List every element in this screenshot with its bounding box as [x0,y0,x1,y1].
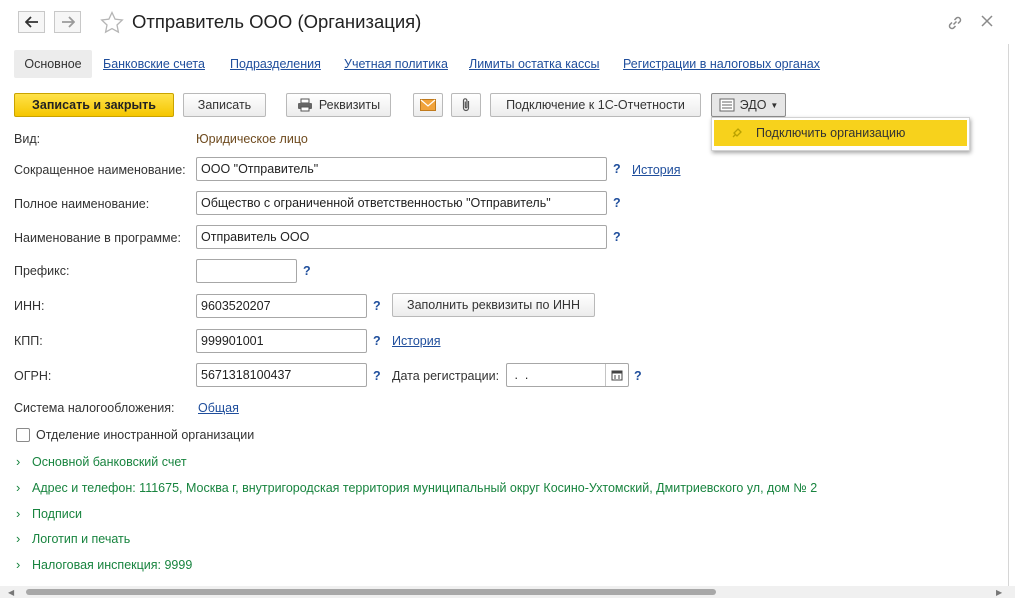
attachment-button[interactable] [451,93,481,117]
requisites-button[interactable]: Реквизиты [286,93,391,117]
program-name-label: Наименование в программе: [14,231,181,245]
inn-help[interactable]: ? [373,299,381,313]
requisites-label: Реквизиты [318,98,381,112]
scroll-left-arrow-icon[interactable]: ◀ [8,588,14,597]
program-name-input[interactable]: Отправитель ООО [196,225,607,249]
group-tax-office-label: Налоговая инспекция: 9999 [32,557,193,572]
inn-label: ИНН: [14,299,45,313]
chevron-right-icon: › [16,454,21,469]
window-title: Отправитель ООО (Организация) [132,11,422,32]
favorite-star-button[interactable] [100,10,124,37]
full-name-label: Полное наименование: [14,197,150,211]
inn-input[interactable]: 9603520207 [196,294,367,318]
ogrn-input[interactable]: 5671318100437 [196,363,367,387]
group-tax-office[interactable]: › Налоговая инспекция: 9999 [16,557,192,572]
chevron-right-icon: › [16,531,21,546]
chevron-right-icon: › [16,480,21,495]
calendar-button[interactable] [605,364,628,386]
tab-main[interactable]: Основное [14,50,92,78]
prefix-input[interactable] [196,259,297,283]
short-name-history-link[interactable]: История [632,163,680,177]
tab-bank-accounts[interactable]: Банковские счета [103,50,205,78]
kpp-history-link[interactable]: История [392,334,440,348]
short-name-help[interactable]: ? [613,162,621,176]
edo-menu-button[interactable]: ЭДО ▼ [711,93,786,117]
save-and-close-button[interactable]: Записать и закрыть [14,93,174,117]
link-button[interactable] [946,14,964,35]
close-button[interactable] [980,14,994,31]
group-logo-stamp-label: Логотип и печать [32,531,131,546]
foreign-branch-label: Отделение иностранной организации [36,428,255,442]
program-name-help[interactable]: ? [613,230,621,244]
arrow-right-icon [61,16,75,28]
ogrn-label: ОГРН: [14,369,52,383]
save-and-close-label: Записать и закрыть [32,98,156,112]
full-name-input[interactable]: Общество с ограниченной ответственностью… [196,191,607,215]
reg-date-help[interactable]: ? [634,369,642,383]
close-icon [981,15,993,27]
tax-system-link[interactable]: Общая [198,401,239,415]
group-address-phone-label: Адрес и телефон: 111675, Москва г, внутр… [32,480,818,495]
fill-by-inn-button[interactable]: Заполнить реквизиты по ИНН [392,293,595,317]
kind-label: Вид: [14,132,41,146]
tab-cash-limits[interactable]: Лимиты остатка кассы [469,50,599,78]
tab-divisions[interactable]: Подразделения [230,50,321,78]
fill-by-inn-label: Заполнить реквизиты по ИНН [407,298,580,312]
horizontal-scrollbar-thumb[interactable] [26,589,716,595]
star-icon [100,10,124,34]
group-main-bank-account[interactable]: › Основной банковский счет [16,454,187,469]
ogrn-help[interactable]: ? [373,369,381,383]
scroll-right-arrow-icon[interactable]: ▶ [996,588,1002,597]
email-button[interactable] [413,93,443,117]
prefix-label: Префикс: [14,264,70,278]
short-name-input[interactable]: ООО "Отправитель" [196,157,607,181]
forward-button[interactable] [54,11,81,33]
kpp-label: КПП: [14,334,43,348]
connect-plug-icon [732,128,742,138]
back-button[interactable] [18,11,45,33]
connect-1c-reporting-button[interactable]: Подключение к 1С-Отчетности [490,93,701,117]
chevron-right-icon: › [16,557,21,572]
link-icon [948,16,962,30]
connect-organization-label: Подключить организацию [756,126,906,140]
group-address-phone[interactable]: › Адрес и телефон: 111675, Москва г, вну… [16,480,817,495]
edo-list-icon [719,98,735,112]
vertical-scrollbar[interactable] [1008,44,1009,589]
connect-organization-menu-item[interactable]: Подключить организацию [714,120,967,146]
kind-value: Юридическое лицо [196,132,308,146]
short-name-label: Сокращенное наименование: [14,163,186,177]
edo-label: ЭДО [739,98,767,112]
foreign-branch-checkbox[interactable] [16,428,30,442]
group-signatures[interactable]: › Подписи [16,506,82,521]
envelope-icon [420,99,436,111]
tax-system-label: Система налогообложения: [14,401,175,415]
full-name-help[interactable]: ? [613,196,621,210]
arrow-left-icon [24,16,38,28]
connect-1c-label: Подключение к 1С-Отчетности [506,98,685,112]
chevron-right-icon: › [16,506,21,521]
kpp-input[interactable]: 999901001 [196,329,367,353]
group-signatures-label: Подписи [32,506,82,521]
reg-date-label: Дата регистрации: [392,369,500,383]
printer-icon [297,98,312,112]
tab-accounting-policy[interactable]: Учетная политика [344,50,448,78]
group-logo-stamp[interactable]: › Логотип и печать [16,531,130,546]
tab-tax-registrations[interactable]: Регистрации в налоговых органах [623,50,820,78]
chevron-down-icon: ▼ [770,100,779,110]
kpp-help[interactable]: ? [373,334,381,348]
prefix-help[interactable]: ? [303,264,311,278]
save-button[interactable]: Записать [183,93,266,117]
calendar-icon [611,370,623,381]
reg-date-value: . . [511,368,529,382]
edo-dropdown-menu: Подключить организацию [711,117,970,151]
paperclip-icon [462,98,470,112]
group-main-bank-account-label: Основной банковский счет [32,454,187,469]
save-label: Записать [197,98,252,112]
